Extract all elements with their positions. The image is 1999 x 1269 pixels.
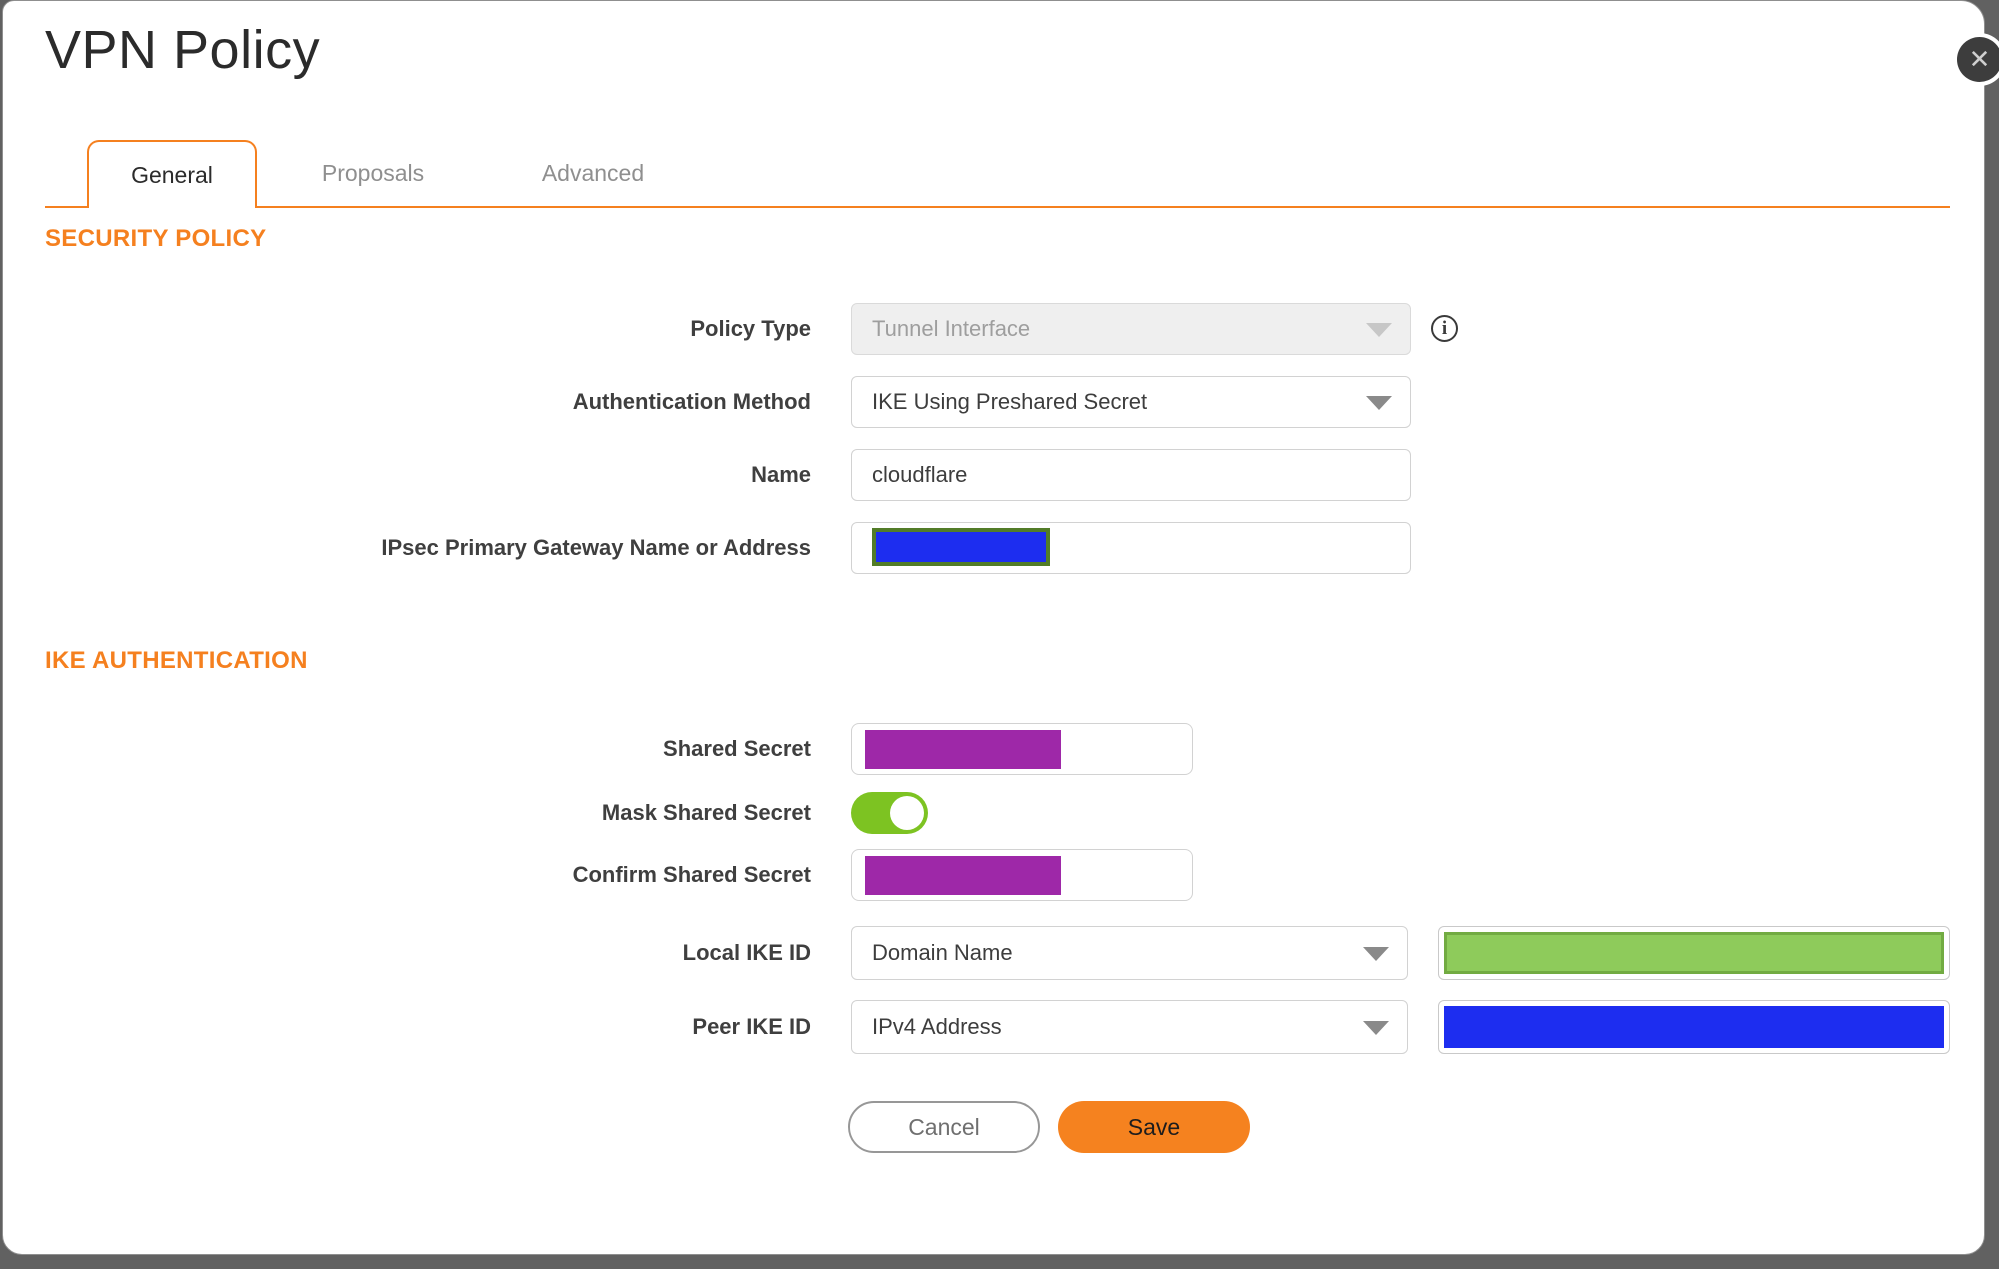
name-value: cloudflare — [872, 462, 968, 487]
page-title: VPN Policy — [45, 20, 321, 80]
redacted-value-overlay — [872, 528, 1050, 566]
mask-shared-secret-toggle[interactable] — [851, 792, 928, 834]
peer-ike-id-value-input[interactable] — [1438, 1000, 1950, 1054]
chevron-down-icon — [1366, 396, 1392, 410]
local-ike-id-row: Local IKE ID Domain Name — [3, 926, 1986, 980]
redacted-value-overlay — [1444, 1006, 1944, 1048]
redacted-value-overlay — [865, 856, 1061, 895]
mask-shared-secret-row: Mask Shared Secret — [3, 792, 1986, 834]
redacted-value-overlay — [865, 730, 1061, 769]
auth-method-row: Authentication Method IKE Using Preshare… — [3, 376, 1986, 428]
policy-type-value: Tunnel Interface — [872, 316, 1031, 341]
local-ike-id-label: Local IKE ID — [682, 940, 811, 965]
name-label: Name — [751, 462, 811, 487]
tab-advanced[interactable]: Advanced — [518, 140, 668, 206]
tab-general-label: General — [131, 161, 213, 188]
local-ike-id-type-value: Domain Name — [872, 940, 1013, 965]
tab-advanced-label: Advanced — [541, 159, 645, 186]
dialog-actions: Cancel Save — [3, 1101, 1986, 1153]
gateway-row: IPsec Primary Gateway Name or Address — [3, 522, 1986, 574]
tab-proposals-label: Proposals — [321, 159, 425, 186]
security-policy-heading: SECURITY POLICY — [45, 225, 267, 252]
confirm-shared-secret-input[interactable] — [851, 849, 1193, 901]
close-icon[interactable]: ✕ — [1957, 37, 1999, 82]
cancel-button[interactable]: Cancel — [848, 1101, 1040, 1153]
gateway-label: IPsec Primary Gateway Name or Address — [381, 535, 811, 560]
auth-method-value: IKE Using Preshared Secret — [872, 389, 1148, 414]
shared-secret-input[interactable] — [851, 723, 1193, 775]
name-row: Name cloudflare — [3, 449, 1986, 501]
cancel-button-label: Cancel — [908, 1113, 980, 1140]
tab-general[interactable]: General — [87, 140, 257, 208]
local-ike-id-select[interactable]: Domain Name — [851, 926, 1408, 980]
peer-ike-id-row: Peer IKE ID IPv4 Address — [3, 1000, 1986, 1054]
auth-method-select[interactable]: IKE Using Preshared Secret — [851, 376, 1411, 428]
policy-type-select: Tunnel Interface — [851, 303, 1411, 355]
local-ike-id-value-input[interactable] — [1438, 926, 1950, 980]
gateway-input[interactable] — [851, 522, 1411, 574]
shared-secret-row: Shared Secret — [3, 723, 1986, 775]
policy-type-row: Policy Type Tunnel Interface i — [3, 303, 1986, 355]
tab-bar-underline — [45, 206, 1950, 208]
peer-ike-id-select[interactable]: IPv4 Address — [851, 1000, 1408, 1054]
save-button[interactable]: Save — [1058, 1101, 1250, 1153]
toggle-knob — [890, 796, 924, 830]
vpn-policy-dialog: VPN Policy General Proposals Advanced SE… — [2, 0, 1985, 1255]
chevron-down-icon — [1366, 323, 1392, 337]
peer-ike-id-type-value: IPv4 Address — [872, 1014, 1002, 1039]
tab-proposals[interactable]: Proposals — [298, 140, 448, 206]
redacted-value-overlay — [1444, 932, 1944, 974]
auth-method-label: Authentication Method — [572, 389, 811, 414]
chevron-down-icon — [1363, 947, 1389, 961]
confirm-shared-secret-row: Confirm Shared Secret — [3, 849, 1986, 901]
save-button-label: Save — [1127, 1113, 1181, 1140]
shared-secret-label: Shared Secret — [663, 736, 811, 761]
mask-shared-secret-label: Mask Shared Secret — [601, 800, 811, 825]
policy-type-label: Policy Type — [690, 316, 811, 341]
name-input[interactable]: cloudflare — [851, 449, 1411, 501]
confirm-shared-secret-label: Confirm Shared Secret — [572, 862, 811, 887]
ike-authentication-heading: IKE AUTHENTICATION — [45, 647, 308, 674]
peer-ike-id-label: Peer IKE ID — [692, 1014, 811, 1039]
info-icon[interactable]: i — [1431, 315, 1458, 342]
chevron-down-icon — [1363, 1021, 1389, 1035]
